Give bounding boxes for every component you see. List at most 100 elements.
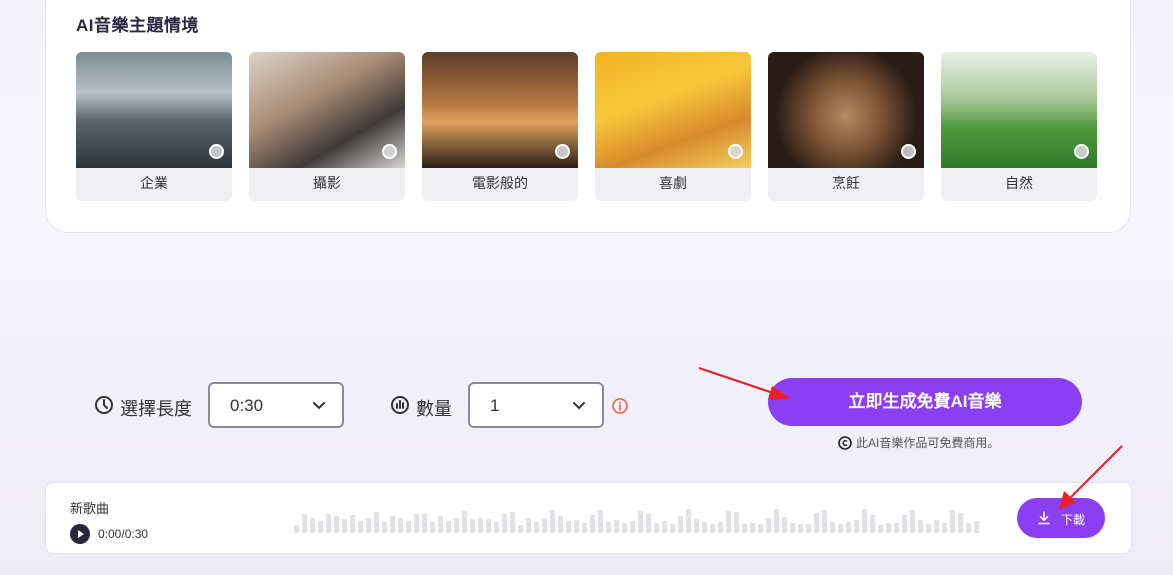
- download-icon: [1038, 511, 1050, 525]
- waveform-bar: [790, 523, 795, 533]
- waveform-bar: [742, 524, 747, 533]
- play-icon[interactable]: [70, 524, 90, 544]
- waveform-bar: [854, 520, 859, 533]
- license-note-text: 此AI音樂作品可免費商用。: [856, 436, 1000, 450]
- playback-time: 0:00/0:30: [98, 527, 149, 541]
- waveform-bar: [486, 519, 491, 533]
- chevron-down-icon: [573, 402, 585, 410]
- waveform-bar: [366, 518, 371, 533]
- generate-button[interactable]: 立即生成免費AI音樂: [768, 378, 1082, 426]
- waveform-bar: [902, 515, 907, 533]
- theme-tile-cooking[interactable]: 烹飪: [768, 52, 924, 201]
- waveform-bar: [670, 524, 675, 533]
- theme-tile-corporate[interactable]: 企業: [76, 52, 232, 201]
- waveform-bar: [726, 511, 731, 533]
- waveform-bar: [718, 522, 723, 533]
- theme-card: AI音樂主題情境 企業 攝影 電影般的 喜劇 烹飪 自然: [45, 0, 1131, 233]
- theme-radio[interactable]: [901, 144, 916, 159]
- theme-tile-label: 烹飪: [832, 175, 860, 191]
- waveform-bar: [590, 515, 595, 533]
- waveform-bar: [918, 520, 923, 533]
- waveform-bar: [446, 521, 451, 533]
- waveform-bar: [750, 523, 755, 533]
- waveform-bar: [326, 514, 331, 533]
- waveform-bar: [606, 522, 611, 533]
- waveform-bar: [622, 523, 627, 533]
- waveform-bar: [558, 516, 563, 533]
- song-player: 新歌曲 0:00/0:30 下載: [45, 482, 1132, 554]
- waveform-bar: [942, 523, 947, 533]
- theme-radio[interactable]: [728, 144, 743, 159]
- waveform-bar: [598, 510, 603, 533]
- waveform-bar: [926, 524, 931, 533]
- theme-tile-photography[interactable]: 攝影: [249, 52, 405, 201]
- waveform-bar: [934, 520, 939, 533]
- chevron-down-icon: [313, 402, 325, 410]
- waveform-bar: [414, 514, 419, 533]
- theme-radio[interactable]: [555, 144, 570, 159]
- waveform-bar: [678, 516, 683, 533]
- waveform-bar: [694, 519, 699, 533]
- waveform-bar: [494, 522, 499, 533]
- waveform-bar: [710, 524, 715, 533]
- theme-tile-label: 電影般的: [472, 175, 528, 191]
- waveform-bar: [886, 523, 891, 533]
- waveform-bar: [838, 524, 843, 533]
- waveform-bar: [958, 513, 963, 533]
- theme-tile-comedy[interactable]: 喜劇: [595, 52, 751, 201]
- waveform-bar: [862, 509, 867, 533]
- length-select[interactable]: 0:30: [208, 382, 344, 428]
- waveform-bar: [302, 514, 307, 533]
- waveform-bar: [430, 522, 435, 533]
- waveform-bar: [574, 520, 579, 533]
- waveform-bar: [318, 521, 323, 533]
- theme-tiles: 企業 攝影 電影般的 喜劇 烹飪 自然: [76, 52, 1097, 201]
- waveform-bar: [630, 521, 635, 533]
- waveform-bar: [478, 518, 483, 533]
- download-button[interactable]: 下載: [1017, 498, 1105, 538]
- waveform-bar: [734, 512, 739, 533]
- waveform-bar: [422, 514, 427, 533]
- waveform-bar: [566, 521, 571, 533]
- theme-tile-cinematic[interactable]: 電影般的: [422, 52, 578, 201]
- theme-tile-nature[interactable]: 自然: [941, 52, 1097, 201]
- waveform-bar: [894, 523, 899, 533]
- waveform-bar: [310, 518, 315, 533]
- waveform-bar: [766, 518, 771, 533]
- waveform-bar: [846, 522, 851, 533]
- waveform-bar: [398, 518, 403, 533]
- waveform-bar: [454, 518, 459, 533]
- waveform-bar: [782, 517, 787, 533]
- waveform-bar: [550, 510, 555, 533]
- waveform-bar: [822, 510, 827, 533]
- waveform-bar: [806, 524, 811, 533]
- waveform-bar: [614, 520, 619, 533]
- waveform-bar: [358, 521, 363, 533]
- waveform-bar: [438, 516, 443, 533]
- waveform-bar: [702, 522, 707, 533]
- waveform-bar: [510, 512, 515, 533]
- waveform-bar: [342, 519, 347, 533]
- waveform-bar: [294, 525, 299, 533]
- waveform-bar: [798, 524, 803, 533]
- info-icon[interactable]: [612, 398, 628, 414]
- creative-commons-icon: [838, 435, 852, 450]
- count-select[interactable]: 1: [468, 382, 604, 428]
- equalizer-icon: [391, 396, 409, 414]
- waveform-bar: [406, 521, 411, 533]
- waveform-bar: [382, 522, 387, 533]
- waveform-bar: [518, 525, 523, 533]
- waveform-bar: [470, 519, 475, 533]
- waveform-bar: [534, 522, 539, 533]
- length-label: 選擇長度: [120, 399, 192, 419]
- clock-icon: [95, 396, 113, 414]
- theme-radio[interactable]: [209, 144, 224, 159]
- waveform[interactable]: [294, 503, 984, 533]
- theme-radio[interactable]: [382, 144, 397, 159]
- count-label: 數量: [416, 399, 452, 419]
- waveform-bar: [910, 510, 915, 533]
- download-label: 下載: [1061, 513, 1086, 527]
- length-value: 0:30: [230, 396, 264, 415]
- theme-radio[interactable]: [1074, 144, 1089, 159]
- waveform-bar: [646, 514, 651, 533]
